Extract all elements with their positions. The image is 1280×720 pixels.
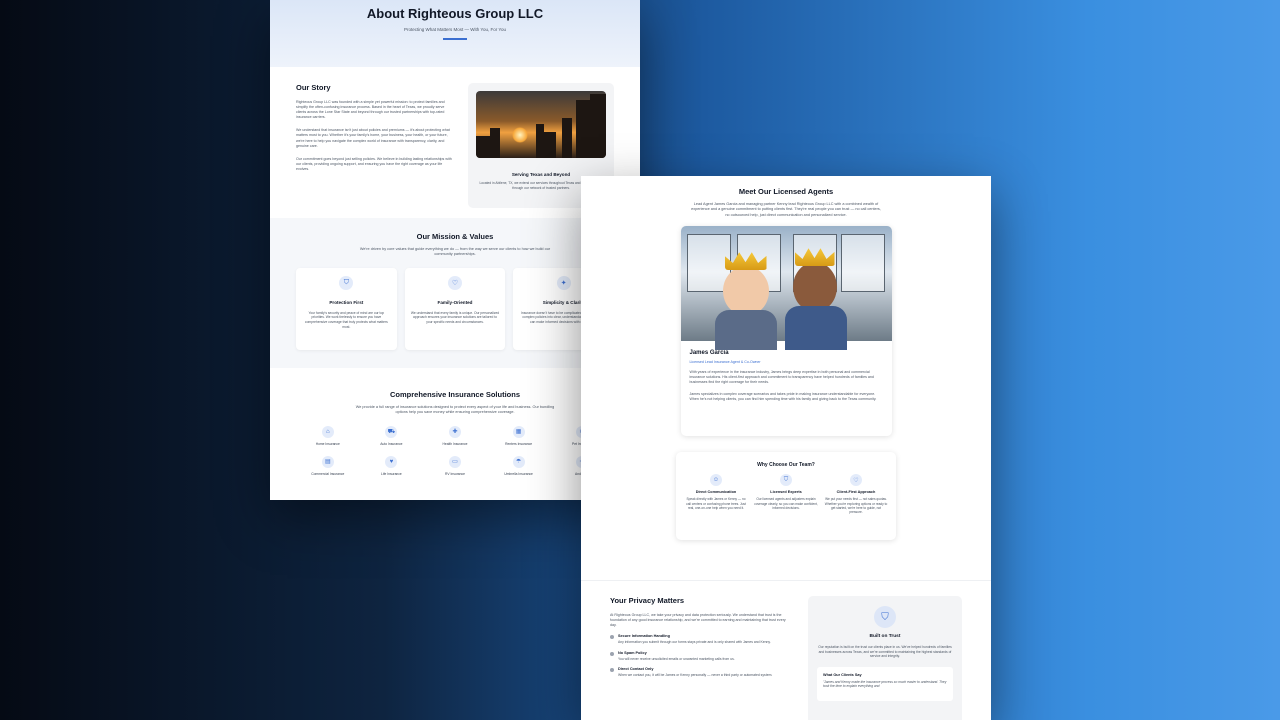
why-col-client-first: ♡ Client-First Approach We put your need… <box>824 474 888 515</box>
trust-text: Our reputation is built on the trust our… <box>818 645 952 659</box>
value-card-protection: ⛉ Protection First Your family's securit… <box>296 267 397 350</box>
privacy-item: Direct Contact Only When we contact you,… <box>610 667 786 678</box>
value-title: Family-Oriented <box>437 299 473 305</box>
solution-rv[interactable]: ▭ RV Insurance <box>423 455 487 476</box>
privacy-item: Secure Information Handling Any informat… <box>610 634 786 645</box>
solution-label: RV Insurance <box>445 471 465 476</box>
solution-label: Umbrella Insurance <box>504 471 533 476</box>
agent-bio: James specializes in complex coverage sc… <box>689 391 877 401</box>
heart-icon: ♥ <box>385 455 398 468</box>
agents-heading: Meet Our Licensed Agents <box>738 187 834 196</box>
briefcase-icon: ▤ <box>321 455 334 468</box>
trust-title: Built on Trust <box>869 634 901 639</box>
agents-cartoon-image <box>680 226 892 351</box>
solution-auto[interactable]: ⛟ Auto Insurance <box>360 425 424 446</box>
building-icon: ▦ <box>512 425 525 438</box>
value-card-family: ♡ Family-Oriented We understand that eve… <box>404 267 506 350</box>
solution-renters[interactable]: ▦ Renters Insurance <box>487 425 551 446</box>
solution-label: Home Insurance <box>315 441 340 446</box>
privacy-item-text: When we contact you, it will be James or… <box>618 673 773 678</box>
lightbulb-icon: ✦ <box>556 275 571 290</box>
quote-title: What Our Clients Say <box>823 672 862 677</box>
solution-label: Life Insurance <box>381 471 402 476</box>
why-col-communication: ☺ Direct Communication Speak directly wi… <box>684 474 748 515</box>
mission-lead: We're driven by core values that guide e… <box>359 247 551 257</box>
badge-icon: ⛉ <box>780 474 792 487</box>
home-icon: ⌂ <box>321 425 334 438</box>
shield-check-icon: ⛉ <box>874 606 896 628</box>
privacy-section: Your Privacy Matters At Righteous Group … <box>581 580 991 720</box>
agents-lead: Lead Agent James Garcia and managing par… <box>691 202 881 217</box>
health-icon: ✚ <box>448 425 461 438</box>
agent-bio: With years of experience in the insuranc… <box>689 370 874 385</box>
why-heading: Why Choose Our Team? <box>757 462 815 469</box>
mission-heading: Our Mission & Values <box>416 232 494 241</box>
privacy-item-title: No Spam Policy <box>618 650 647 655</box>
shield-icon: ⛉ <box>339 275 354 290</box>
privacy-item-title: Secure Information Handling <box>618 634 670 639</box>
privacy-item-title: Direct Contact Only <box>618 667 654 672</box>
why-col-title: Direct Communication <box>695 490 737 495</box>
page-title: About Righteous Group LLC <box>366 6 544 21</box>
privacy-lead: At Righteous Group LLC, we take your pri… <box>610 613 786 628</box>
heart-icon: ♡ <box>850 474 862 487</box>
solution-home[interactable]: ⌂ Home Insurance <box>296 425 360 446</box>
value-text: We understand that every family is uniqu… <box>410 310 500 324</box>
agent-card: James Garcia Licensed Lead Insurance Age… <box>680 226 892 437</box>
heart-icon: ♡ <box>448 275 462 290</box>
page-tagline: Protecting What Matters Most — With You,… <box>403 27 507 32</box>
story-paragraph: We understand that insurance isn't just … <box>296 128 450 148</box>
solution-health[interactable]: ✚ Health Insurance <box>423 425 487 446</box>
our-story-heading: Our Story <box>296 83 331 92</box>
solution-umbrella[interactable]: ☂ Umbrella Insurance <box>487 455 551 476</box>
person-icon: ☺ <box>710 474 722 487</box>
quote-text: "James and Kenny made the insurance proc… <box>823 679 947 689</box>
privacy-item-text: You will never receive unsolicited email… <box>618 656 735 661</box>
why-col-licensed: ⛉ Licensed Experts Our licensed agents a… <box>754 474 818 515</box>
agents-page-screenshot: Meet Our Licensed Agents Lead Agent Jame… <box>581 176 991 720</box>
solution-label: Auto Insurance <box>380 441 403 446</box>
why-col-title: Licensed Experts <box>770 490 802 495</box>
solution-label: Commercial Insurance <box>311 471 345 476</box>
solution-label: Renters Insurance <box>505 441 533 446</box>
privacy-heading: Your Privacy Matters <box>610 596 685 605</box>
story-paragraph: Our commitment goes beyond just selling … <box>296 156 452 171</box>
privacy-item-text: Any information you submit through our f… <box>618 640 771 645</box>
agent-role: Licensed Lead Insurance Agent & Co-Owner <box>689 360 761 365</box>
solution-label: Health Insurance <box>442 441 468 446</box>
about-hero: About Righteous Group LLC Protecting Wha… <box>270 0 640 67</box>
why-col-text: We put your needs first — not sales quot… <box>824 497 888 515</box>
why-col-title: Client-First Approach <box>836 490 876 495</box>
city-skyline-image <box>476 91 606 158</box>
built-on-trust-card: ⛉ Built on Trust Our reputation is built… <box>808 596 962 720</box>
client-quote: What Our Clients Say "James and Kenny ma… <box>817 666 953 701</box>
rv-icon: ▭ <box>448 455 461 468</box>
solution-life[interactable]: ♥ Life Insurance <box>360 455 424 476</box>
why-col-text: Our licensed agents and adjusters explai… <box>754 497 818 511</box>
agent-name: James Garcia <box>689 350 729 357</box>
solutions-lead: We provide a full range of insurance sol… <box>355 405 555 415</box>
value-text: Your family's security and peace of mind… <box>304 310 388 329</box>
solution-commercial[interactable]: ▤ Commercial Insurance <box>296 455 360 476</box>
privacy-item: No Spam Policy You will never receive un… <box>610 651 786 662</box>
title-divider <box>443 38 467 40</box>
why-choose-card: Why Choose Our Team? ☺ Direct Communicat… <box>676 452 896 541</box>
car-icon: ⛟ <box>385 425 398 438</box>
why-col-text: Speak directly with James or Kenny — no … <box>686 497 746 511</box>
solutions-heading: Comprehensive Insurance Solutions <box>389 390 521 399</box>
umbrella-icon: ☂ <box>512 455 525 468</box>
agents-section: Meet Our Licensed Agents Lead Agent Jame… <box>581 176 991 541</box>
value-title: Protection First <box>329 299 364 305</box>
story-paragraph: Righteous Group LLC was founded with a s… <box>296 100 445 120</box>
